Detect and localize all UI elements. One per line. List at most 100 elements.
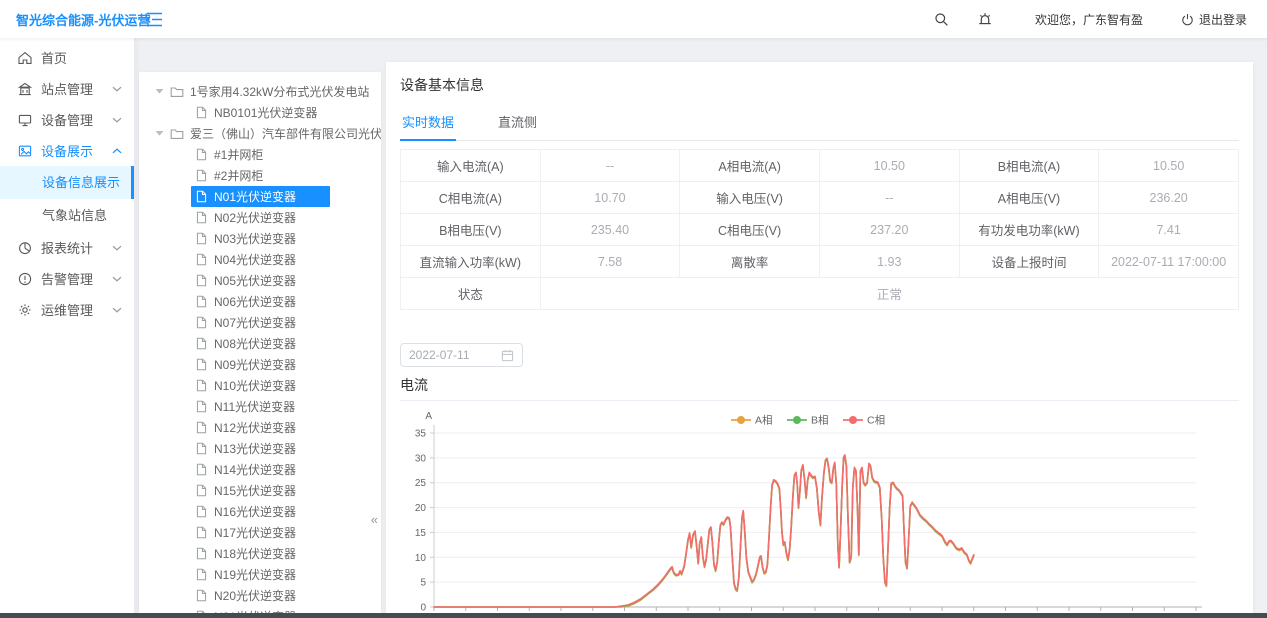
- info-label-cell: A相电压(V): [959, 182, 1099, 214]
- svg-text:25: 25: [415, 478, 427, 489]
- sidebar-item-2[interactable]: 站点管理: [0, 73, 134, 104]
- sidebar-item-5[interactable]: 报表统计: [0, 232, 134, 263]
- tree-node[interactable]: N17光伏逆变器: [139, 522, 381, 543]
- folder-icon: [170, 85, 184, 99]
- alarm-icon[interactable]: [977, 11, 993, 27]
- bottom-strip: [0, 613, 1267, 618]
- tree-node[interactable]: N20光伏逆变器: [139, 585, 381, 606]
- logout-button[interactable]: 退出登录: [1181, 11, 1247, 28]
- sidebar: 首页站点管理设备管理设备展示设备信息展示气象站信息报表统计告警管理运维管理: [0, 38, 134, 613]
- svg-text:15: 15: [415, 528, 427, 539]
- tab-bar: 实时数据 直流侧: [400, 104, 1239, 141]
- tree-node[interactable]: N19光伏逆变器: [139, 564, 381, 585]
- tree-node[interactable]: N04光伏逆变器: [139, 249, 381, 270]
- top-header: 智光综合能源-光伏运营 欢迎您，广东智有盈 退出登录: [0, 0, 1267, 38]
- tree-node-label: N07光伏逆变器: [214, 314, 296, 331]
- file-icon: [195, 232, 208, 245]
- file-icon: [195, 379, 208, 392]
- tree-node[interactable]: N01光伏逆变器: [139, 186, 381, 207]
- tree-node[interactable]: N15光伏逆变器: [139, 480, 381, 501]
- tree-node[interactable]: #2并网柜: [139, 165, 381, 186]
- tree-node[interactable]: 爱三（佛山）汽车部件有限公司光伏发: [139, 123, 381, 144]
- tree-node-label: N03光伏逆变器: [214, 230, 296, 247]
- file-icon: [195, 484, 208, 497]
- sidebar-item-4[interactable]: 设备展示: [0, 135, 134, 166]
- tree-node[interactable]: N14光伏逆变器: [139, 459, 381, 480]
- chevron-down-icon: [112, 276, 122, 282]
- info-label-cell: 状态: [401, 278, 541, 310]
- device-info-panel: 设备基本信息 实时数据直流侧 输入电流(A)--A相电流(A)10.50B相电流…: [386, 62, 1253, 613]
- tree-node[interactable]: N03光伏逆变器: [139, 228, 381, 249]
- chevron-down-icon: [112, 307, 122, 313]
- svg-text:A相: A相: [755, 414, 773, 427]
- file-icon: [195, 337, 208, 350]
- info-label-cell: 输入电压(V): [680, 182, 820, 214]
- svg-text:A: A: [425, 411, 432, 422]
- tree-node-label: #2并网柜: [214, 167, 263, 184]
- file-icon: [195, 190, 208, 203]
- sidebar-subitem-1[interactable]: 设备信息展示: [0, 166, 134, 199]
- search-icon[interactable]: [934, 12, 949, 27]
- chevron-down-icon: [112, 245, 122, 251]
- date-picker-value: 2022-07-11: [409, 348, 470, 362]
- tree-node[interactable]: N11光伏逆变器: [139, 396, 381, 417]
- file-icon: [195, 463, 208, 476]
- tab-1[interactable]: 实时数据: [400, 104, 456, 140]
- tab-2[interactable]: 直流侧: [496, 104, 539, 140]
- file-icon: [195, 211, 208, 224]
- tree-collapse-handle[interactable]: «: [371, 512, 378, 527]
- tree-node[interactable]: N10光伏逆变器: [139, 375, 381, 396]
- table-row: 直流输入功率(kW)7.58离散率1.93设备上报时间2022-07-11 17…: [401, 246, 1239, 278]
- svg-text:C相: C相: [867, 414, 885, 427]
- svg-text:30: 30: [415, 453, 427, 464]
- sidebar-item-label: 运维管理: [41, 300, 112, 319]
- tree-node[interactable]: N08光伏逆变器: [139, 333, 381, 354]
- sidebar-subitem-2[interactable]: 气象站信息: [0, 199, 134, 232]
- sidebar-item-1[interactable]: 首页: [0, 42, 134, 73]
- device-tree-panel: 1号家用4.32kW分布式光伏发电站NB0101光伏逆变器爱三（佛山）汽车部件有…: [139, 72, 381, 613]
- tree-node[interactable]: N18光伏逆变器: [139, 543, 381, 564]
- tree-node[interactable]: N13光伏逆变器: [139, 438, 381, 459]
- tree-node[interactable]: N09光伏逆变器: [139, 354, 381, 375]
- tree-node[interactable]: 1号家用4.32kW分布式光伏发电站: [139, 81, 381, 102]
- calendar-icon: [501, 349, 514, 362]
- chevron-down-icon: [112, 86, 122, 92]
- file-icon: [195, 295, 208, 308]
- sidebar-item-3[interactable]: 设备管理: [0, 104, 134, 135]
- file-icon: [195, 274, 208, 287]
- svg-text:5: 5: [420, 578, 426, 589]
- file-icon: [195, 148, 208, 161]
- caret-down-icon[interactable]: [155, 88, 164, 95]
- sidebar-item-7[interactable]: 运维管理: [0, 294, 134, 325]
- tree-node[interactable]: N21光伏逆变器: [139, 606, 381, 613]
- tree-node[interactable]: N16光伏逆变器: [139, 501, 381, 522]
- tree-node[interactable]: N07光伏逆变器: [139, 312, 381, 333]
- tree-node[interactable]: N05光伏逆变器: [139, 270, 381, 291]
- tree-node-selected[interactable]: N01光伏逆变器: [191, 186, 330, 207]
- folder-icon: [170, 127, 184, 141]
- panel-title: 设备基本信息: [400, 62, 1239, 95]
- sidebar-item-6[interactable]: 告警管理: [0, 263, 134, 294]
- welcome-text: 欢迎您，广东智有盈: [1035, 11, 1143, 28]
- device-tree: 1号家用4.32kW分布式光伏发电站NB0101光伏逆变器爱三（佛山）汽车部件有…: [139, 81, 381, 613]
- file-icon: [195, 169, 208, 182]
- info-value-cell: --: [819, 182, 959, 214]
- info-value-cell: 7.58: [540, 246, 680, 278]
- tree-node[interactable]: N06光伏逆变器: [139, 291, 381, 312]
- info-label-cell: C相电压(V): [680, 214, 820, 246]
- menu-fold-icon[interactable]: [146, 12, 163, 27]
- display-icon: [18, 144, 32, 158]
- tree-node[interactable]: NB0101光伏逆变器: [139, 102, 381, 123]
- tree-node[interactable]: N02光伏逆变器: [139, 207, 381, 228]
- caret-down-icon[interactable]: [155, 130, 164, 137]
- tree-node-label: N10光伏逆变器: [214, 377, 296, 394]
- tree-node[interactable]: N12光伏逆变器: [139, 417, 381, 438]
- tree-node[interactable]: #1并网柜: [139, 144, 381, 165]
- tree-node-label: N09光伏逆变器: [214, 356, 296, 373]
- tree-node-label: 爱三（佛山）汽车部件有限公司光伏发: [190, 125, 381, 142]
- info-label-cell: B相电压(V): [401, 214, 541, 246]
- current-line-chart[interactable]: 05101520253035A00:0001:0002:0003:0004:00…: [400, 401, 1239, 613]
- tree-node-label: N12光伏逆变器: [214, 419, 296, 436]
- table-row: B相电压(V)235.40C相电压(V)237.20有功发电功率(kW)7.41: [401, 214, 1239, 246]
- date-picker[interactable]: 2022-07-11: [400, 343, 523, 367]
